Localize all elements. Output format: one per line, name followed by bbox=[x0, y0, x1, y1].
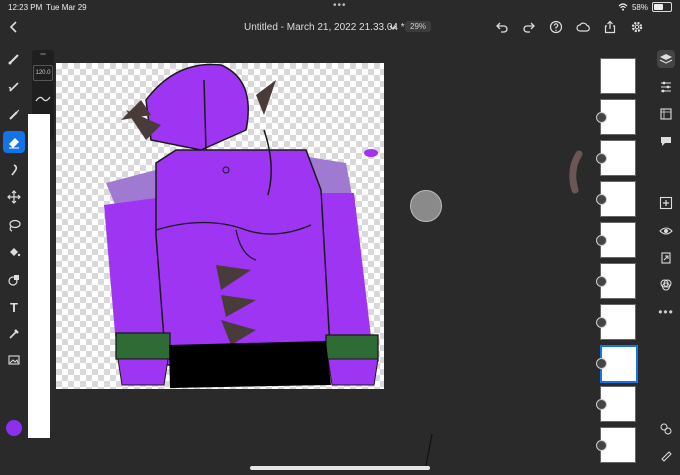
right-cuff bbox=[325, 334, 379, 362]
status-time: 12:23 PM bbox=[8, 3, 43, 12]
right-hand bbox=[327, 358, 379, 386]
document-edge bbox=[28, 114, 50, 438]
battery-fill bbox=[654, 4, 664, 10]
layers-panel bbox=[596, 58, 638, 463]
status-date: Tue Mar 29 bbox=[46, 3, 87, 12]
back-icon[interactable] bbox=[6, 19, 22, 35]
home-indicator[interactable] bbox=[250, 466, 430, 470]
top-bar: Untitled - March 21, 2022 21.33.04 * 29% bbox=[0, 14, 680, 42]
more-icon[interactable]: ••• bbox=[657, 303, 675, 321]
head bbox=[145, 63, 249, 151]
layer-visibility-dot[interactable] bbox=[596, 440, 607, 451]
left-cuff bbox=[115, 332, 171, 360]
eyedropper-icon[interactable] bbox=[3, 323, 25, 345]
smudge-icon[interactable] bbox=[3, 159, 25, 181]
layer-visibility-dot[interactable] bbox=[596, 358, 607, 369]
multitask-dots[interactable]: ••• bbox=[333, 0, 347, 11]
chevron-down-icon[interactable] bbox=[388, 22, 398, 32]
layer-visibility-dot[interactable] bbox=[596, 153, 607, 164]
help-icon[interactable] bbox=[549, 20, 563, 34]
redo-icon[interactable] bbox=[522, 20, 536, 34]
horn-right bbox=[256, 80, 276, 115]
undo-icon[interactable] bbox=[495, 20, 509, 34]
battery-icon bbox=[652, 2, 672, 12]
belt bbox=[169, 341, 331, 388]
mask-icon[interactable] bbox=[657, 420, 675, 438]
layer-visibility-dot[interactable] bbox=[596, 194, 607, 205]
share-icon[interactable] bbox=[603, 20, 617, 34]
brush-flow-icon[interactable] bbox=[35, 94, 51, 104]
left-hand bbox=[117, 358, 169, 386]
add-layer-icon[interactable] bbox=[657, 194, 675, 212]
import-icon[interactable] bbox=[657, 249, 675, 267]
gear-icon[interactable] bbox=[630, 20, 644, 34]
document-title[interactable]: Untitled - March 21, 2022 21.33.04 * bbox=[244, 22, 405, 33]
layer-visibility-dot[interactable] bbox=[596, 112, 607, 123]
zoom-level[interactable]: 29% bbox=[405, 21, 432, 32]
paint-dab bbox=[364, 149, 378, 157]
blend-icon[interactable] bbox=[657, 276, 675, 294]
right-toolbar: ••• bbox=[652, 42, 680, 475]
eraser-icon[interactable] bbox=[3, 131, 25, 153]
left-toolbar: T bbox=[0, 42, 28, 475]
pencil-icon[interactable] bbox=[657, 446, 675, 464]
text-tool-label: T bbox=[10, 299, 18, 315]
touch-indicator bbox=[410, 190, 442, 222]
status-right: 58% bbox=[618, 2, 672, 12]
comments-icon[interactable] bbox=[657, 132, 675, 150]
layer-properties-icon[interactable] bbox=[657, 105, 675, 123]
move-icon[interactable] bbox=[3, 186, 25, 208]
live-brush-icon[interactable] bbox=[3, 76, 25, 98]
vector-brush-icon[interactable] bbox=[3, 104, 25, 126]
stray-line bbox=[425, 433, 433, 467]
image-icon[interactable] bbox=[3, 349, 25, 371]
visibility-icon[interactable] bbox=[657, 222, 675, 240]
layers-icon[interactable] bbox=[657, 50, 675, 68]
status-bar: 12:23 PM Tue Mar 29 ••• 58% bbox=[0, 0, 680, 14]
adjustments-icon[interactable] bbox=[657, 78, 675, 96]
color-swatch[interactable] bbox=[6, 420, 22, 436]
layer-visibility-dot[interactable] bbox=[596, 235, 607, 246]
layer-visibility-dot[interactable] bbox=[596, 276, 607, 287]
stray-mark bbox=[569, 150, 583, 194]
more-label: ••• bbox=[658, 305, 674, 319]
text-icon[interactable]: T bbox=[3, 296, 25, 318]
layer-visibility-dot[interactable] bbox=[596, 399, 607, 410]
battery-percent: 58% bbox=[631, 2, 648, 12]
lasso-icon[interactable] bbox=[3, 214, 25, 236]
shape-icon[interactable] bbox=[3, 269, 25, 291]
cloud-sync-icon[interactable] bbox=[576, 20, 590, 34]
layer-visibility-dot[interactable] bbox=[596, 317, 607, 328]
wifi-icon bbox=[618, 3, 628, 11]
artwork bbox=[104, 63, 379, 388]
layer-thumbnail[interactable] bbox=[600, 58, 636, 94]
fill-icon[interactable] bbox=[3, 241, 25, 263]
brush-size-field[interactable]: 120.0 bbox=[33, 65, 53, 81]
panel-handle[interactable] bbox=[40, 53, 46, 55]
pixel-brush-icon[interactable] bbox=[3, 48, 25, 70]
